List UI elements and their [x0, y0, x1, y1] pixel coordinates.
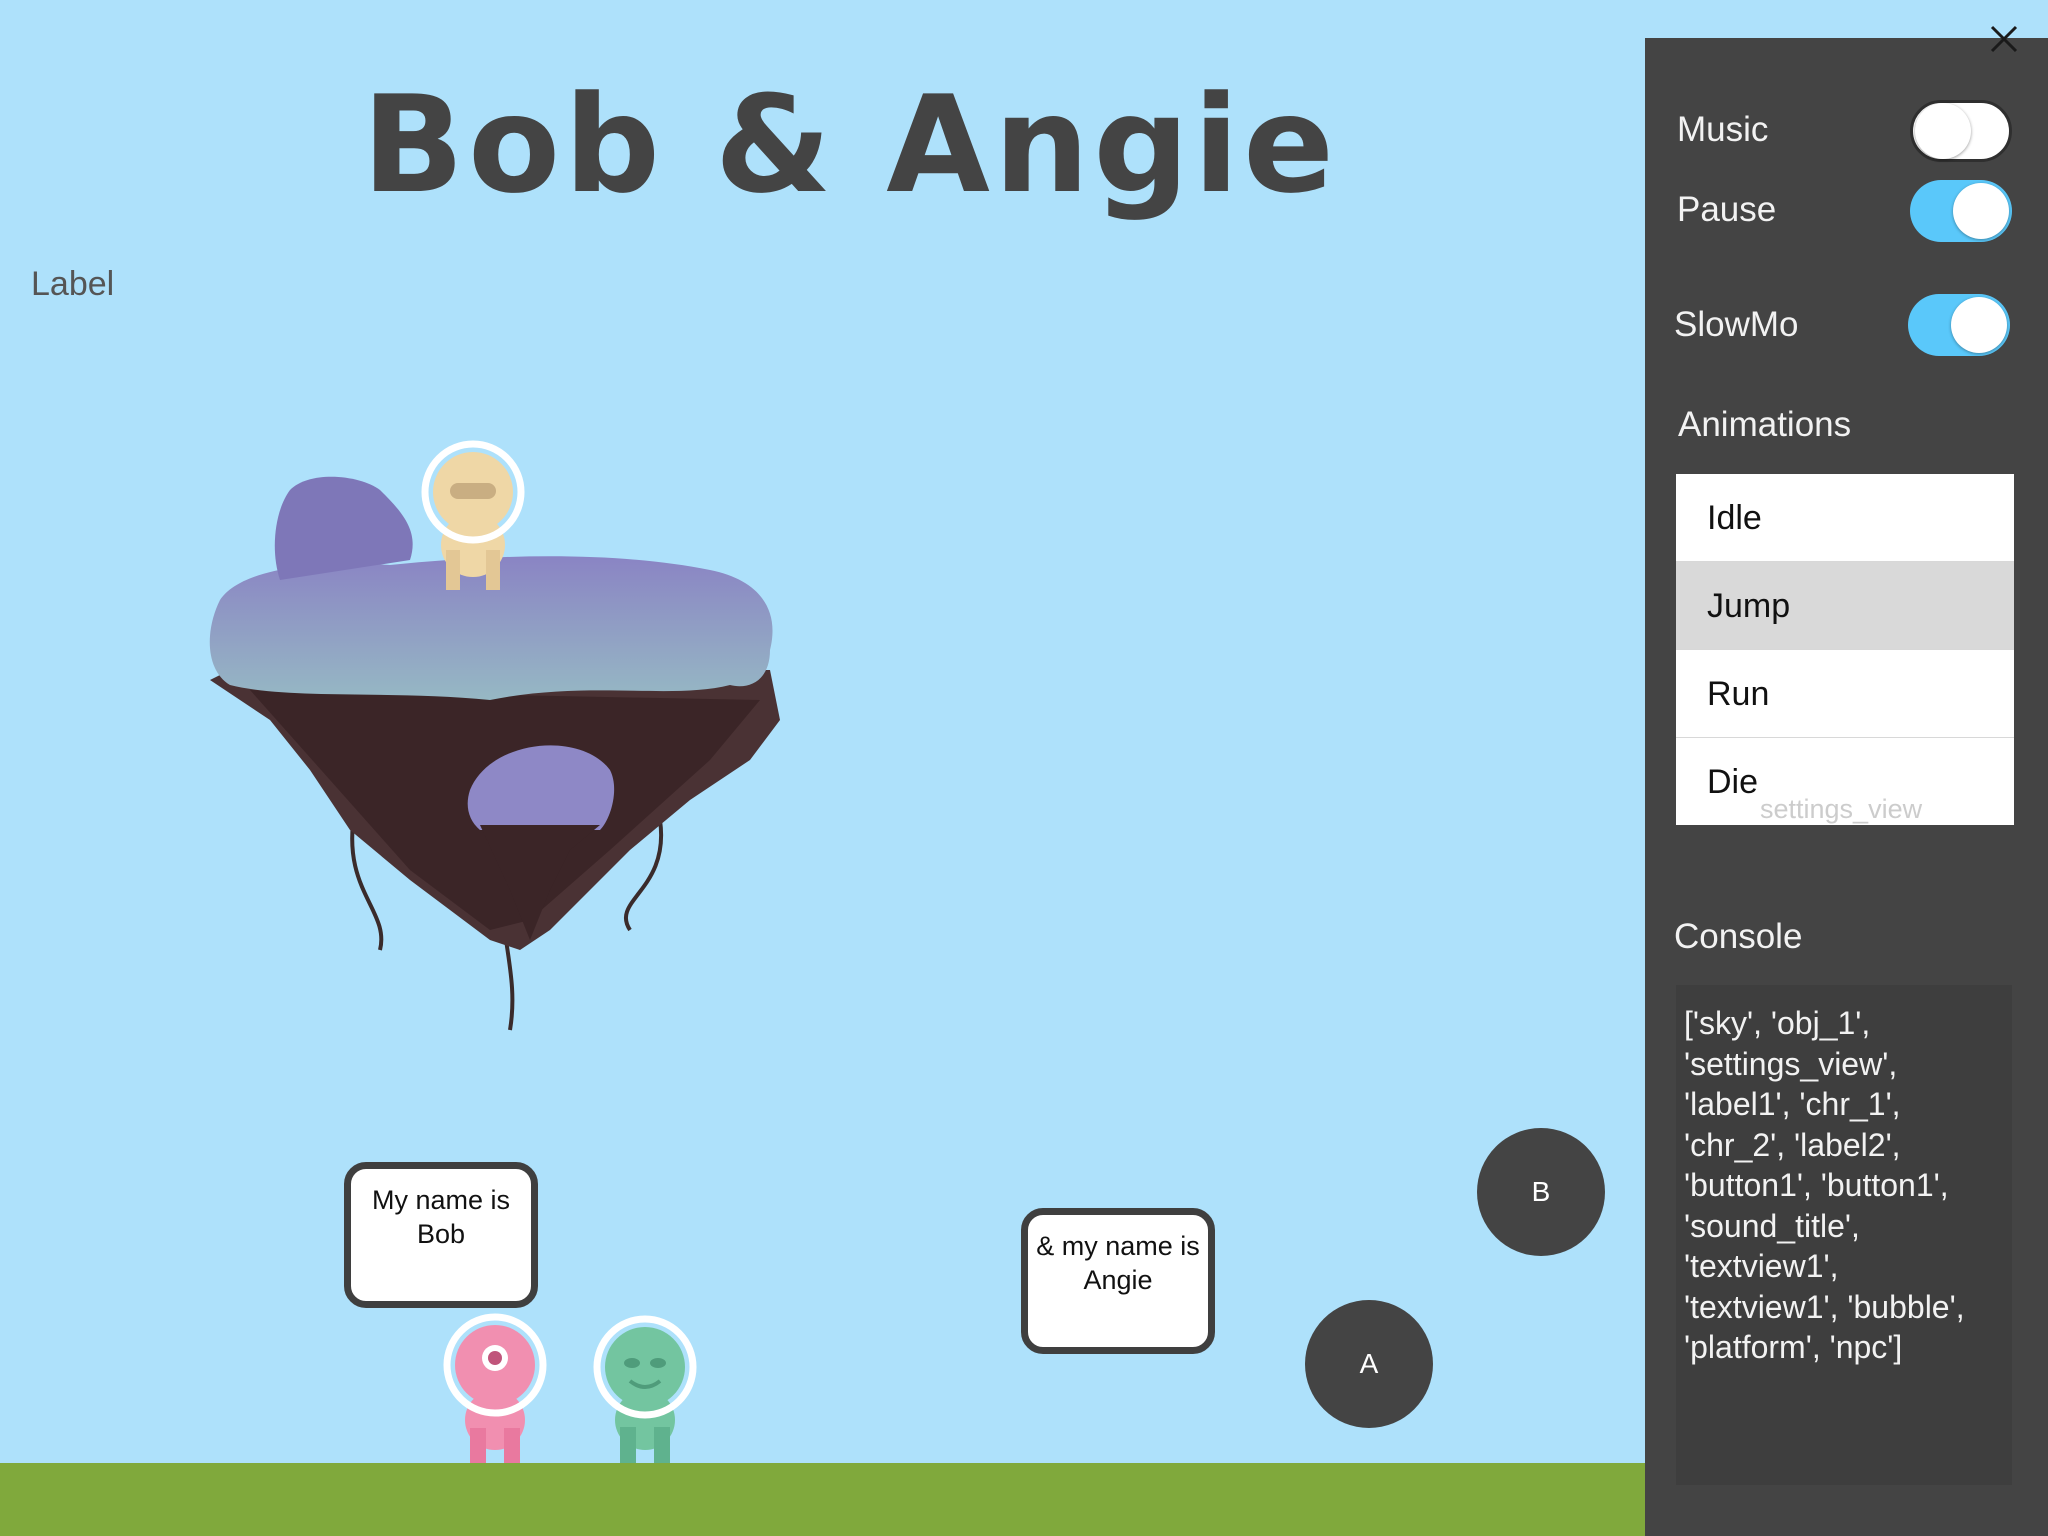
- animations-list[interactable]: Idle Jump Run Die: [1676, 474, 2014, 825]
- animation-item-idle[interactable]: Idle: [1676, 474, 2014, 562]
- bubble-angie-text: & my name is Angie: [1036, 1231, 1200, 1295]
- chr-npc: [421, 440, 525, 590]
- game-title: Bob & Angie: [361, 67, 1339, 223]
- a-button[interactable]: A: [1305, 1300, 1433, 1428]
- pause-label: Pause: [1677, 190, 1777, 229]
- island-grass-hump: [274, 476, 413, 580]
- animation-item-label: Run: [1707, 675, 1770, 713]
- a-button-label: A: [1359, 1348, 1379, 1379]
- b-button-label: B: [1531, 1176, 1551, 1207]
- animation-item-run[interactable]: Run: [1676, 650, 2014, 738]
- console-textview[interactable]: ['sky', 'obj_1', 'settings_view', 'label…: [1676, 985, 2012, 1485]
- speech-bubble-bob: My name is Bob: [344, 1162, 538, 1308]
- close-icon-glyph: [1990, 25, 2018, 53]
- animation-item-jump[interactable]: Jump: [1676, 562, 2014, 650]
- bubble-bob-text: My name is Bob: [371, 1185, 511, 1249]
- b-button[interactable]: B: [1477, 1128, 1605, 1256]
- animations-label: Animations: [1678, 405, 1852, 444]
- pause-toggle-knob: [1953, 183, 2009, 239]
- close-icon[interactable]: [1990, 20, 2018, 60]
- chr-bob: [443, 1313, 547, 1463]
- animation-item-label: Die: [1707, 763, 1759, 801]
- music-label: Music: [1677, 110, 1769, 149]
- slowmo-toggle-knob: [1951, 297, 2007, 353]
- pause-toggle[interactable]: [1910, 180, 2012, 242]
- chr-angie: [593, 1315, 697, 1463]
- slowmo-toggle[interactable]: [1908, 294, 2010, 356]
- animation-item-label: Jump: [1707, 587, 1791, 625]
- speech-bubble-angie: & my name is Angie: [1021, 1208, 1215, 1354]
- music-toggle-knob: [1915, 103, 1971, 159]
- label1: Label: [31, 265, 115, 303]
- slowmo-label: SlowMo: [1674, 305, 1799, 344]
- settings-view-name: settings_view: [1760, 794, 1923, 824]
- console-label: Console: [1674, 917, 1803, 956]
- music-toggle[interactable]: [1910, 100, 2012, 162]
- animation-item-label: Idle: [1707, 499, 1762, 537]
- ground: [0, 1463, 1645, 1536]
